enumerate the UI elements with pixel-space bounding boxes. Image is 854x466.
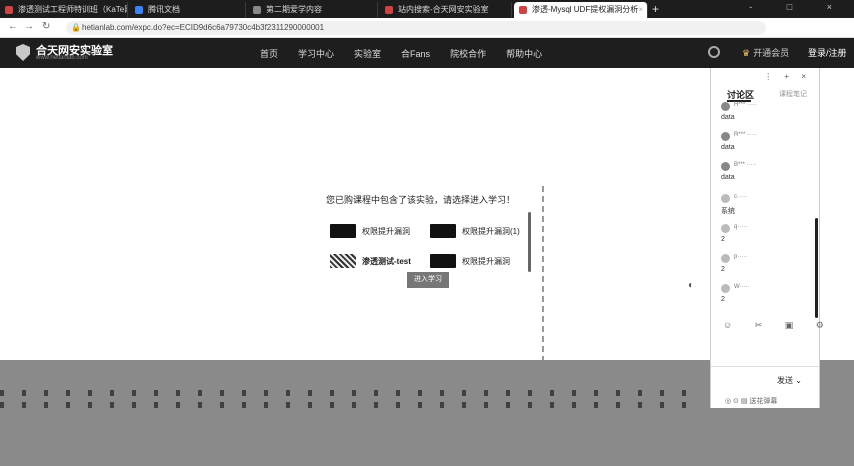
course-option[interactable]: 权限提升漏洞 (330, 222, 430, 240)
nav-item-learning[interactable]: 学习中心 (298, 47, 334, 60)
site-logo[interactable]: 合天网安实验室 www.hetianlab.com (16, 42, 116, 64)
favicon-icon (5, 6, 13, 14)
avatar (721, 162, 730, 171)
chat-message: R*** ····· data (719, 132, 815, 162)
footer-links-row (0, 402, 700, 408)
tab-title: 腾讯文档 (148, 5, 180, 14)
vip-label: 开通会员 (753, 48, 790, 58)
send-row: 发送 ⌄ (711, 366, 819, 390)
chat-user: B*** ····· (734, 162, 757, 168)
discussion-panel: ⋮ + × 讨论区 课程笔记 H*** ····· data R*** ····… (710, 68, 824, 408)
url-text: hetianlab.com/expc.do?ec=ECID9d6c6a79730… (82, 23, 325, 32)
tab-title: 站内搜索-合天网安实验室 (398, 5, 489, 14)
panel-controls[interactable]: ⋮ + × (764, 72, 811, 81)
login-link[interactable]: 登录/注册 (808, 46, 847, 59)
logo-sub: www.hetianlab.com (36, 55, 88, 61)
course-option[interactable]: 权限提升漏洞(1) (430, 222, 530, 240)
avatar (721, 254, 730, 263)
chat-message: c····· 系统 (719, 194, 815, 224)
enter-study-button[interactable]: 进入学习 (407, 272, 449, 288)
mouse-cursor-icon: ◐ (688, 280, 695, 291)
chat-message: q····· 2 (719, 224, 815, 254)
favicon-icon (253, 6, 261, 14)
back-icon[interactable]: ← (8, 21, 18, 32)
browser-tab[interactable]: 第二期爱学内容 (248, 2, 378, 18)
chat-user: H*** ····· (734, 102, 757, 108)
tab-title: 第二期爱学内容 (266, 5, 322, 14)
address-bar-row: ← → ↻ 🔒 hetianlab.com/expc.do?ec=ECID9d6c… (0, 18, 854, 38)
nav-item-fans[interactable]: 合Fans (401, 47, 430, 60)
avatar (721, 284, 730, 293)
nav-item-school[interactable]: 院校合作 (450, 47, 486, 60)
course-option[interactable]: 渗透测试-test (330, 252, 430, 270)
chat-user: c····· (734, 194, 747, 200)
crown-icon: ♛ (742, 48, 751, 58)
send-button[interactable]: 发送 ⌄ (777, 375, 802, 386)
favicon-icon (385, 6, 393, 14)
vip-link[interactable]: ♛ 开通会员 (742, 46, 789, 59)
shield-icon (16, 44, 30, 61)
tab-title: 渗透-Mysql UDF提权漏洞分析 (532, 5, 639, 14)
chat-text: 2 (721, 236, 725, 243)
favicon-icon (135, 6, 143, 14)
chat-text: data (721, 144, 735, 151)
footer-links-row (0, 390, 700, 396)
chat-text: 2 (721, 266, 725, 273)
course-thumbnail (430, 224, 456, 238)
url-field[interactable]: 🔒 hetianlab.com/expc.do?ec=ECID9d6c6a7973… (66, 21, 766, 35)
chat-message: H*** ····· data (719, 102, 815, 132)
chat-message: B*** ····· data (719, 162, 815, 192)
course-thumbnail (330, 254, 356, 268)
chat-user: p····· (734, 254, 748, 260)
avatar (721, 194, 730, 203)
course-label: 权限提升漏洞 (462, 257, 510, 266)
avatar (721, 224, 730, 233)
browser-tab[interactable]: 渗透测试工程师特训班（KaTe网 (0, 2, 128, 18)
tab-title: 渗透测试工程师特训班（KaTe网 (18, 5, 128, 14)
dialog-message: 您已购课程中包含了该实验，请选择进入学习！ (326, 195, 516, 205)
tab-discussion[interactable]: 讨论区 (727, 88, 754, 102)
new-tab-button[interactable]: + (652, 2, 659, 16)
nav-item-help[interactable]: 帮助中心 (506, 47, 542, 60)
panel-scrollbar[interactable] (815, 218, 818, 318)
chat-toolbar[interactable]: ☺ ✂ ▣ ⚙ (723, 320, 834, 331)
panel-bottom-tools[interactable]: ◎ ⊙ ▤ 送花弹幕 (725, 396, 777, 406)
search-icon[interactable] (708, 46, 720, 58)
window-controls[interactable]: - □ × (749, 2, 848, 12)
browser-tab-active[interactable]: 渗透-Mysql UDF提权漏洞分析 × (514, 2, 648, 18)
browser-tab-strip: 渗透测试工程师特训班（KaTe网 腾讯文档 第二期爱学内容 站内搜索-合天网安实… (0, 0, 854, 18)
close-tab-icon[interactable]: × (638, 2, 643, 18)
course-thumbnail (330, 224, 356, 238)
chat-text: data (721, 174, 735, 181)
chat-text: 系统 (721, 208, 735, 215)
course-option[interactable]: 权限提升漏洞 (430, 252, 530, 270)
chat-text: data (721, 114, 735, 121)
chat-text: 2 (721, 296, 725, 303)
avatar (721, 132, 730, 141)
site-header: 合天网安实验室 www.hetianlab.com 首页 学习中心 实验室 合F… (0, 38, 854, 68)
course-label: 权限提升漏洞(1) (462, 227, 520, 236)
reload-icon[interactable]: ↻ (42, 21, 50, 32)
tab-notes[interactable]: 课程笔记 (779, 89, 807, 99)
chat-message: p····· 2 (719, 254, 815, 284)
main-nav: 首页 学习中心 实验室 合Fans 院校合作 帮助中心 (260, 47, 542, 60)
avatar (721, 102, 730, 111)
nav-item-home[interactable]: 首页 (260, 47, 278, 60)
favicon-icon (519, 6, 527, 14)
course-label: 渗透测试-test (362, 257, 411, 266)
nav-item-lab[interactable]: 实验室 (354, 47, 381, 60)
course-thumbnail (430, 254, 456, 268)
browser-tab[interactable]: 腾讯文档 (130, 2, 246, 18)
lock-icon: 🔒 (71, 23, 81, 32)
chat-user: R*** ····· (734, 132, 757, 138)
forward-icon[interactable]: → (24, 21, 34, 32)
dialog-scrollbar[interactable] (528, 212, 531, 272)
chat-user: q····· (734, 224, 748, 230)
chat-user: W····· (734, 284, 750, 290)
browser-tab[interactable]: 站内搜索-合天网安实验室 (380, 2, 512, 18)
chat-message: W····· 2 (719, 284, 815, 314)
course-label: 权限提升漏洞 (362, 227, 410, 236)
